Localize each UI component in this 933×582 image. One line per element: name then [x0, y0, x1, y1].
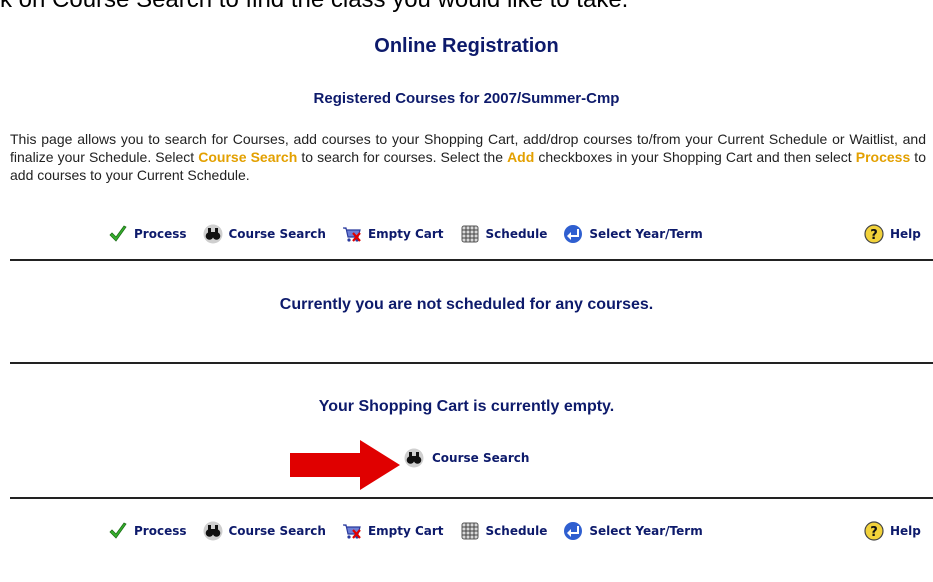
schedule-label: Schedule [485, 524, 548, 538]
help-button[interactable]: ? Help [864, 520, 921, 542]
schedule-status-message: Currently you are not scheduled for any … [279, 296, 654, 313]
cart-course-search-button[interactable]: Course Search [404, 448, 529, 468]
empty-cart-label: Empty Cart [367, 524, 444, 538]
binoculars-icon [404, 448, 424, 468]
course-search-button[interactable]: Course Search [203, 224, 326, 244]
intro-process-keyword: Process [855, 149, 911, 165]
bottom-toolbar: Process Course Search Empty Cart Schedul… [108, 520, 719, 542]
select-term-button[interactable]: Select Year/Term [563, 521, 703, 541]
schedule-button[interactable]: Schedule [460, 224, 548, 244]
select-term-button[interactable]: Select Year/Term [563, 224, 703, 244]
empty-cart-label: Empty Cart [367, 227, 444, 241]
intro-add-keyword: Add [507, 149, 535, 165]
page-subtitle: Registered Courses for 2007/Summer-Cmp [313, 90, 620, 107]
help-icon: ? [864, 224, 884, 244]
process-label: Process [134, 524, 187, 538]
help-label: Help [890, 524, 921, 538]
process-button[interactable]: Process [108, 521, 187, 541]
empty-cart-icon [342, 227, 361, 242]
schedule-icon [461, 225, 479, 243]
help-button[interactable]: ? Help [864, 223, 921, 245]
divider [10, 259, 933, 261]
binoculars-icon [203, 224, 222, 244]
course-search-button[interactable]: Course Search [203, 521, 326, 541]
binoculars-icon [203, 521, 222, 541]
select-term-label: Select Year/Term [589, 524, 703, 538]
select-term-icon [564, 522, 583, 540]
empty-cart-button[interactable]: Empty Cart [342, 224, 444, 244]
divider [10, 497, 933, 499]
top-toolbar: Process Course Search Empty Cart Schedul… [108, 223, 719, 245]
intro-text-2: to search for courses. Select the [297, 149, 508, 165]
schedule-button[interactable]: Schedule [460, 521, 548, 541]
intro-text-3: checkboxes in your Shopping Cart and the… [534, 149, 856, 165]
svg-text:?: ? [870, 228, 878, 243]
cart-status-message: Your Shopping Cart is currently empty. [318, 398, 615, 415]
schedule-label: Schedule [485, 227, 548, 241]
svg-text:?: ? [870, 525, 878, 540]
checkmark-icon [109, 225, 127, 242]
cart-course-search-label: Course Search [432, 451, 530, 465]
intro-paragraph: This page allows you to search for Cours… [10, 130, 926, 184]
divider [10, 362, 933, 364]
help-icon: ? [864, 521, 884, 541]
select-term-label: Select Year/Term [589, 227, 703, 241]
help-label: Help [890, 227, 921, 241]
clipped-instruction-heading: k on Course Search to find the class you… [0, 0, 628, 14]
checkmark-icon [109, 522, 127, 539]
intro-course-search-link: Course Search [198, 149, 298, 165]
page-title: Online Registration [374, 35, 559, 57]
empty-cart-icon [342, 524, 361, 539]
process-button[interactable]: Process [108, 224, 187, 244]
empty-cart-button[interactable]: Empty Cart [342, 521, 444, 541]
red-arrow-annotation [290, 440, 400, 490]
course-search-label: Course Search [228, 524, 326, 538]
select-term-icon [564, 225, 583, 243]
course-search-label: Course Search [228, 227, 326, 241]
schedule-icon [461, 522, 479, 540]
process-label: Process [134, 227, 187, 241]
